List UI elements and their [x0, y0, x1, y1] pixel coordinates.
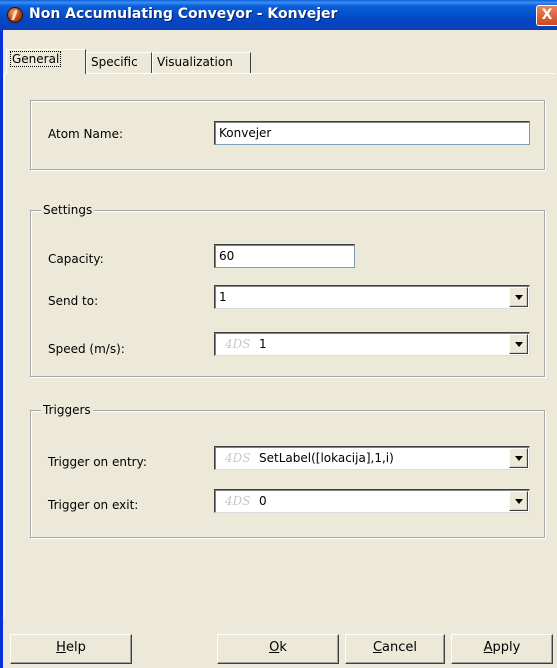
settings-group-title: Settings — [41, 202, 95, 218]
trigger-on-exit-select[interactable]: 4DS 0 — [214, 489, 530, 513]
capacity-input[interactable]: 60 — [214, 244, 355, 268]
send-to-value: 1 — [219, 290, 227, 304]
ok-mnemonic: O — [269, 640, 280, 655]
app-icon — [7, 7, 23, 23]
triggers-group: Triggers — [30, 402, 545, 538]
capacity-label: Capacity: — [48, 252, 104, 266]
tab-general-label: General — [9, 51, 62, 67]
triggers-group-title: Triggers — [41, 402, 93, 418]
cancel-label-rest: ancel — [382, 640, 418, 655]
help-mnemonic: H — [56, 640, 66, 655]
speed-value: 1 — [259, 337, 267, 351]
speed-dropdown-arrow-icon[interactable] — [509, 334, 528, 354]
tab-visualization-label: Visualization — [157, 55, 233, 69]
title-bar[interactable]: Non Accumulating Conveyor - Konvejer X — [0, 0, 557, 30]
atom-name-input[interactable]: Konvejer — [214, 121, 530, 145]
trigger-on-entry-select[interactable]: 4DS SetLabel([lokacija],1,i) — [214, 446, 530, 470]
speed-select[interactable]: 4DS 1 — [214, 332, 530, 356]
ok-label-rest: k — [279, 640, 287, 655]
speed-label: Speed (m/s): — [48, 342, 125, 356]
trigger-on-entry-label: Trigger on entry: — [48, 455, 147, 469]
close-button[interactable]: X — [536, 5, 557, 26]
apply-label-rest: pply — [492, 640, 521, 655]
trigger-entry-value: SetLabel([lokacija],1,i) — [259, 451, 394, 465]
send-to-label: Send to: — [48, 294, 99, 308]
tab-specific-label: Specific — [91, 55, 138, 69]
apply-button[interactable]: Apply — [451, 634, 553, 664]
tab-specific[interactable]: Specific — [86, 52, 152, 74]
send-to-select[interactable]: 1 — [214, 285, 530, 309]
trigger-exit-value: 0 — [259, 494, 267, 508]
tab-visualization[interactable]: Visualization — [152, 52, 251, 74]
trigger-exit-dropdown-arrow-icon[interactable] — [509, 491, 528, 511]
apply-mnemonic: A — [483, 640, 493, 655]
trigger-entry-4ds-tag: 4DS — [225, 451, 251, 465]
trigger-exit-4ds-tag: 4DS — [225, 494, 251, 508]
trigger-entry-dropdown-arrow-icon[interactable] — [509, 448, 528, 468]
cancel-button[interactable]: Cancel — [345, 634, 445, 664]
trigger-on-exit-label: Trigger on exit: — [48, 498, 139, 512]
help-button[interactable]: Help — [10, 634, 132, 664]
tab-general[interactable]: General — [6, 49, 86, 74]
send-to-dropdown-arrow-icon[interactable] — [509, 287, 528, 307]
atom-name-label: Atom Name: — [48, 127, 123, 141]
ok-button[interactable]: Ok — [217, 634, 339, 664]
window-title: Non Accumulating Conveyor - Konvejer — [29, 6, 338, 22]
cancel-mnemonic: C — [372, 640, 383, 655]
speed-4ds-tag: 4DS — [225, 337, 251, 351]
help-label-rest: elp — [65, 640, 86, 655]
